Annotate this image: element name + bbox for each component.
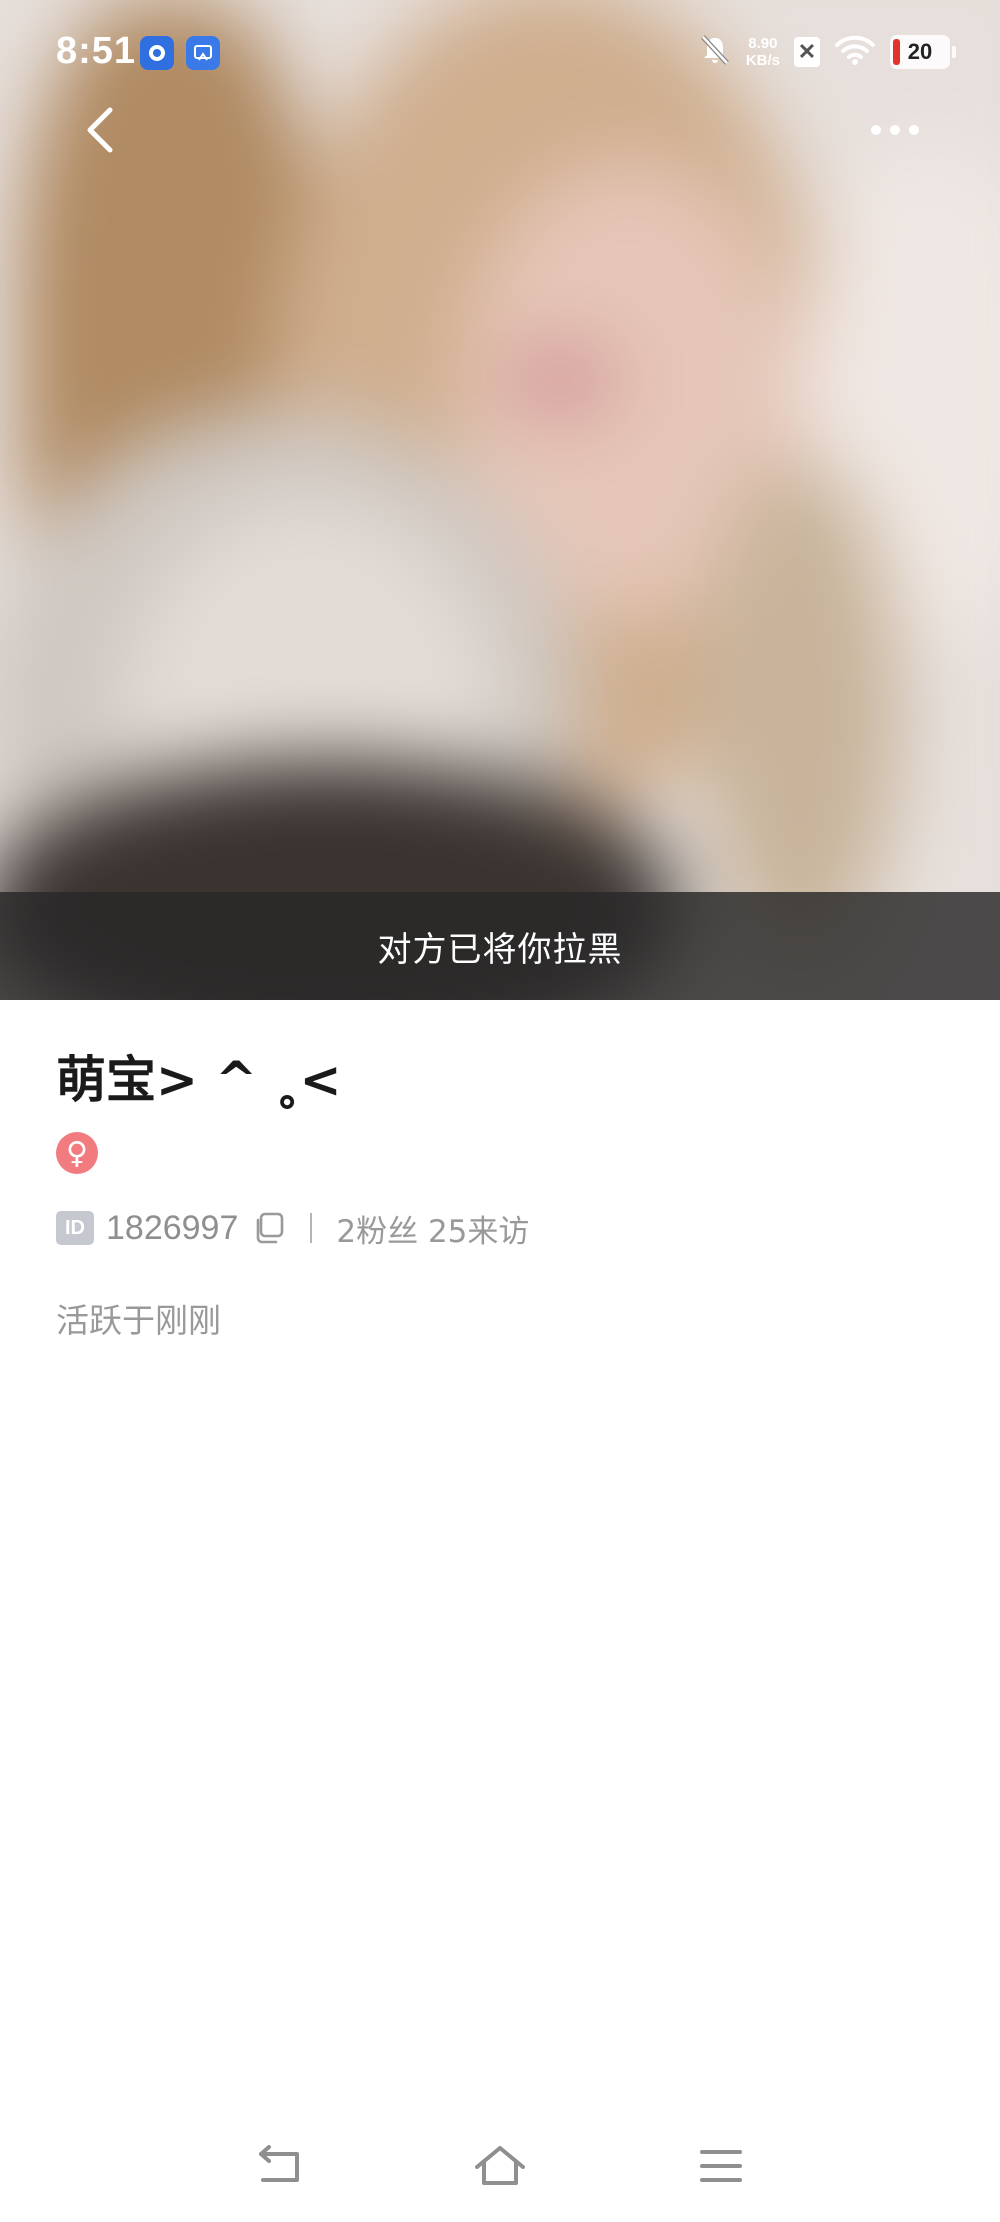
status-bar: 8:51 8.90 KB/s ✕ 20 (0, 0, 1000, 100)
id-badge: ID (56, 1211, 94, 1245)
bell-off-icon (698, 33, 732, 71)
user-id: 1826997 (106, 1208, 239, 1247)
fans-visitors-stats[interactable]: 2粉丝 25来访 (336, 1206, 529, 1251)
app-icon (140, 36, 174, 70)
profile-cover-photo[interactable] (0, 0, 1000, 1000)
sim-x-icon: ✕ (794, 37, 820, 67)
profile-info: 萌宝> ^ ˳< ♀ ID 1826997 2粉丝 25来访 活跃于刚刚 (56, 1040, 956, 1342)
menu-lines-icon (700, 2150, 742, 2182)
blocked-banner: 对方已将你拉黑 (0, 892, 1000, 1000)
more-dot (909, 125, 919, 135)
system-recents-button[interactable] (686, 2136, 756, 2196)
system-home-button[interactable] (465, 2136, 535, 2196)
blocked-text: 对方已将你拉黑 (377, 929, 623, 970)
wifi-icon (834, 34, 876, 70)
more-dot (871, 125, 881, 135)
more-dot (890, 125, 900, 135)
more-button[interactable] (860, 110, 930, 150)
net-speed: 8.90 KB/s (746, 35, 780, 69)
copy-icon[interactable] (252, 1211, 286, 1245)
back-arrow-icon (259, 2145, 299, 2182)
net-speed-value: 8.90 (748, 35, 778, 52)
battery-icon: 20 (890, 35, 956, 69)
screenshot-icon (186, 36, 220, 70)
status-time: 8:51 (56, 30, 137, 72)
active-status: 活跃于刚刚 (56, 1301, 221, 1340)
divider (310, 1213, 313, 1243)
chevron-left-icon (87, 107, 113, 153)
back-button[interactable] (70, 100, 130, 160)
system-nav-bar (0, 2120, 1000, 2210)
gender-female-icon: ♀ (56, 1132, 98, 1174)
home-icon (475, 2146, 525, 2185)
system-back-button[interactable] (244, 2136, 314, 2196)
meta-row: ID 1826997 2粉丝 25来访 (56, 1206, 956, 1250)
net-speed-unit: KB/s (745, 52, 780, 69)
nickname: 萌宝> ^ ˳< (56, 1051, 342, 1109)
